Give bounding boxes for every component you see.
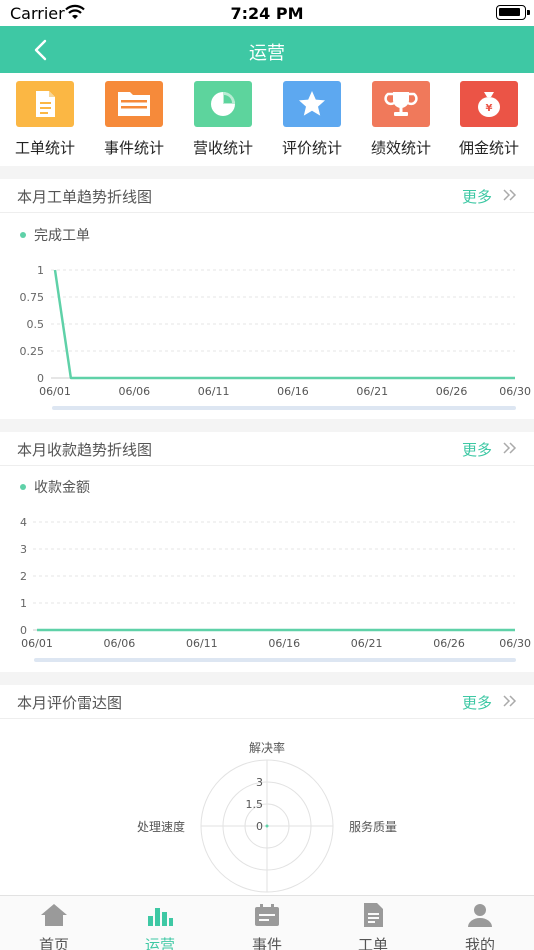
x-tick-label: 06/16 xyxy=(268,637,300,650)
bar-chart-icon xyxy=(148,908,173,926)
y-tick-label: 0.75 xyxy=(20,291,45,304)
quick-item-label: 绩效统计 xyxy=(370,139,431,157)
y-tick-label: 1 xyxy=(37,264,44,277)
rating-radar-card: 本月评价雷达图 更多 解决率服务质量响应速度处理速度01.53 xyxy=(0,685,534,895)
folder-icon xyxy=(105,81,163,127)
quick-item-event-stats[interactable]: 事件统计 xyxy=(89,81,179,158)
radar-tick-label: 3 xyxy=(256,776,263,789)
quick-item-label: 评价统计 xyxy=(281,139,342,157)
quick-item-label: 营收统计 xyxy=(192,139,253,157)
x-tick-label: 06/01 xyxy=(21,637,53,650)
document-icon xyxy=(364,903,383,927)
home-icon xyxy=(41,904,67,926)
trophy-icon xyxy=(372,81,430,127)
y-tick-label: 0.5 xyxy=(27,318,45,331)
x-tick-label: 06/30 xyxy=(499,637,531,650)
star-icon xyxy=(283,81,341,127)
x-tick-label: 06/26 xyxy=(436,385,468,398)
document-icon xyxy=(16,81,74,127)
radar-data-point xyxy=(265,824,269,828)
y-tick-label: 0 xyxy=(37,372,44,385)
radar-indicator-label: 服务质量 xyxy=(349,819,397,834)
x-tick-label: 06/21 xyxy=(351,637,383,650)
tab-label: 事件 xyxy=(251,936,282,950)
workorder-trend-card: 本月工单趋势折线图 更多 完成工单 0 0.25 0.5 0.75 1 06/01 06/0… xyxy=(0,179,534,419)
quick-item-revenue-stats[interactable]: 营收统计 xyxy=(178,81,268,158)
radar-indicator-label: 解决率 xyxy=(249,740,285,755)
calendar-icon xyxy=(255,904,279,926)
y-tick-label: 3 xyxy=(20,543,27,556)
zoom-slider-bar xyxy=(34,658,516,662)
tab-operations[interactable]: 运营 xyxy=(115,902,205,950)
workorder-line-chart: 0 0.25 0.5 0.75 1 06/01 06/06 06/11 06/16 06/21 06… xyxy=(20,264,531,410)
x-tick-label: 06/11 xyxy=(198,385,230,398)
status-bar: Carrier 7:24 PM xyxy=(0,0,534,26)
quick-item-label: 事件统计 xyxy=(103,139,164,157)
money-bag-icon: ¥ xyxy=(460,81,518,127)
quick-item-performance-stats[interactable]: 绩效统计 xyxy=(356,81,446,158)
stats-shortcut-grid: 工单统计 事件统计 营收统计 评价统计 绩效统计 ¥ 佣金统计 xyxy=(0,73,534,166)
tab-profile[interactable]: 我的 xyxy=(435,902,525,950)
y-tick-label: 4 xyxy=(20,516,27,529)
battery-icon xyxy=(496,5,530,20)
tab-events[interactable]: 事件 xyxy=(222,902,312,950)
x-tick-label: 06/30 xyxy=(499,385,531,398)
x-tick-label: 06/01 xyxy=(39,385,71,398)
clock: 7:24 PM xyxy=(230,4,304,23)
tab-label: 我的 xyxy=(464,936,495,950)
pie-chart-icon xyxy=(194,81,252,127)
payment-trend-card: 本月收款趋势折线图 更多 收款金额 0 1 2 3 4 06/01 06/06 06/11 06… xyxy=(0,432,534,672)
y-tick-label: 0 xyxy=(20,624,27,637)
tab-label: 工单 xyxy=(357,936,388,950)
zoom-slider-bar xyxy=(52,406,516,410)
tab-label: 首页 xyxy=(38,936,69,950)
x-tick-label: 06/26 xyxy=(433,637,465,650)
nav-bar: 运营 xyxy=(0,26,534,73)
radar-indicator-label: 处理速度 xyxy=(137,819,185,834)
svg-text:¥: ¥ xyxy=(486,103,493,114)
quick-item-label: 工单统计 xyxy=(14,139,75,157)
radar-tick-label: 0 xyxy=(256,820,263,833)
x-tick-label: 06/21 xyxy=(356,385,388,398)
y-tick-label: 0.25 xyxy=(20,345,45,358)
x-tick-label: 06/06 xyxy=(118,385,150,398)
y-tick-label: 1 xyxy=(20,597,27,610)
payment-line-chart: 0 1 2 3 4 06/01 06/06 06/11 06/16 06/21 06/26 06/30 xyxy=(20,516,531,662)
tab-bar: 首页 运营 事件 工单 我的 xyxy=(0,895,534,950)
x-tick-label: 06/11 xyxy=(186,637,218,650)
y-tick-label: 2 xyxy=(20,570,27,583)
quick-item-rating-stats[interactable]: 评价统计 xyxy=(267,81,357,158)
quick-item-commission-stats[interactable]: ¥ 佣金统计 xyxy=(444,81,534,158)
x-tick-label: 06/16 xyxy=(277,385,309,398)
user-icon xyxy=(468,904,492,927)
radar-tick-label: 1.5 xyxy=(246,798,264,811)
rating-radar-chart: 解决率服务质量响应速度处理速度01.53 xyxy=(137,740,397,893)
tab-home[interactable]: 首页 xyxy=(9,902,99,950)
quick-item-label: 佣金统计 xyxy=(458,139,519,157)
quick-item-workorder-stats[interactable]: 工单统计 xyxy=(0,81,90,158)
tab-workorders[interactable]: 工单 xyxy=(328,902,418,950)
tab-label: 运营 xyxy=(144,936,175,950)
x-tick-label: 06/06 xyxy=(104,637,136,650)
page-title: 运营 xyxy=(249,43,285,64)
